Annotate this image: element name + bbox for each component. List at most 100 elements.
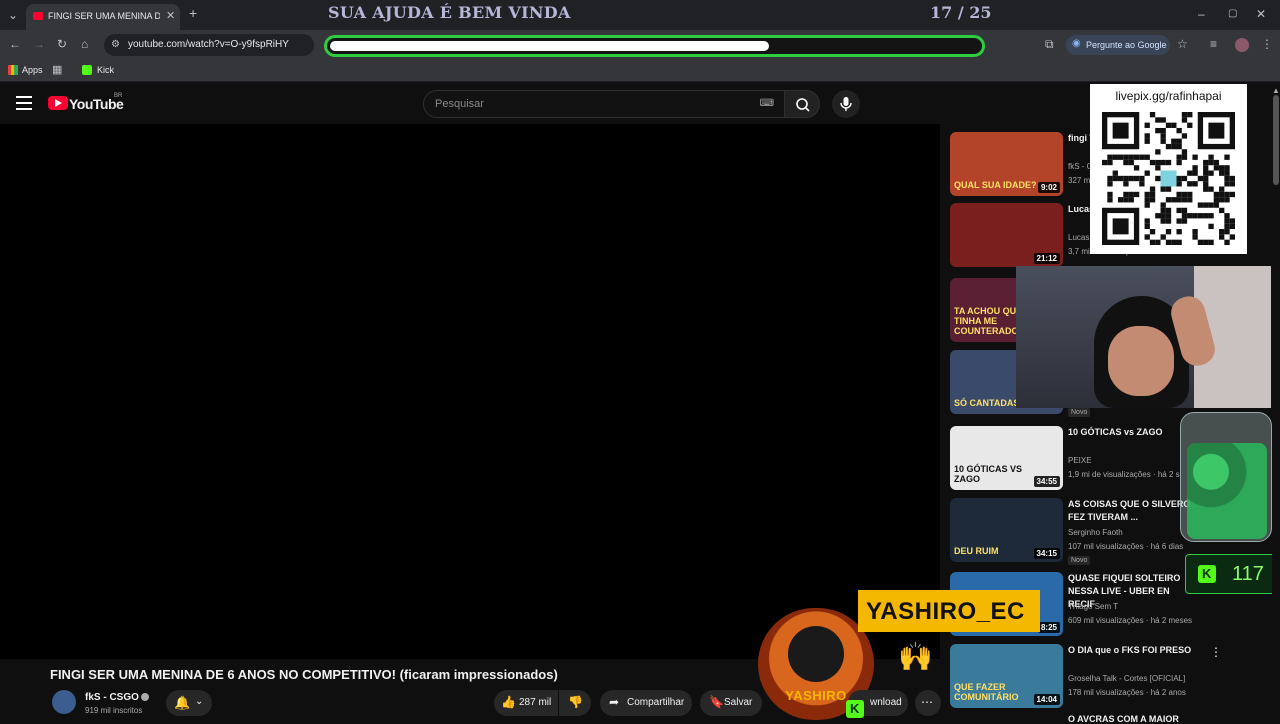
address-bar[interactable]: ⚙ youtube.com/watch?v=O-y9fspRiHY — [104, 34, 314, 56]
recommendation-title[interactable]: O DIA que o FKS FOI PRESO — [1068, 644, 1193, 657]
bookmarks-bar: Apps ▦ Kick — [0, 60, 1280, 82]
recommendation-thumbnail[interactable]: 21:12 — [950, 203, 1063, 267]
donation-goal-bar — [324, 35, 985, 57]
share-label: Compartilhar — [627, 697, 685, 708]
new-tab-icon[interactable]: + — [189, 6, 197, 20]
more-actions-button[interactable]: ⋯ — [915, 690, 941, 716]
tab-title: FINGI SER UMA MENINA DE 6 / — [48, 11, 160, 21]
scroll-up-icon[interactable]: ▲ — [1272, 86, 1280, 95]
video-title: FINGI SER UMA MENINA DE 6 ANOS NO COMPET… — [50, 667, 558, 682]
keyboard-icon[interactable]: ⌨ — [760, 98, 774, 109]
recommendation-thumbnail[interactable]: QUE FAZER COMUNITÁRIO 14:04 — [950, 644, 1063, 708]
microphone-icon — [840, 97, 852, 111]
home-icon[interactable]: ⌂ — [81, 37, 88, 51]
tab-search-icon[interactable]: ⌄ — [8, 8, 18, 22]
reload-icon[interactable]: ↻ — [57, 37, 67, 51]
notification-bell-button[interactable]: 🔔 ⌄ — [166, 690, 212, 716]
video-duration: 34:55 — [1033, 476, 1060, 487]
recommendation-meta: 178 mil visualizações · há 2 anos — [1068, 688, 1186, 697]
donation-goal-fill — [330, 41, 770, 51]
download-label: wnload — [870, 697, 902, 708]
recommendation-channel[interactable]: Groselha Talk - Cortes [OFICIAL] — [1068, 674, 1185, 683]
pix-qr-overlay: livepix.gg/rafinhapai — [1090, 84, 1247, 254]
kick-viewer-count: 117 — [1232, 563, 1264, 585]
tab-groups-icon[interactable]: ▦ — [52, 63, 62, 77]
ask-google-button[interactable]: ◉ Pergunte ao Google — [1066, 35, 1170, 55]
recommendation-channel[interactable]: PEIXE — [1068, 456, 1092, 465]
bell-icon: 🔔 — [174, 695, 191, 710]
voice-search-button[interactable] — [832, 90, 860, 118]
rec-menu-icon[interactable]: ⋮ — [1210, 645, 1222, 659]
new-badge: Novo — [1068, 408, 1091, 417]
like-count: 287 mil — [519, 697, 552, 708]
search-button[interactable] — [784, 90, 820, 118]
donation-goal-title: SUA AJUDA É BEM VINDA — [328, 3, 571, 22]
recommendation-meta: 107 mil visualizações · há 6 dias — [1068, 542, 1184, 551]
kick-logo-icon: K — [846, 700, 864, 718]
recommendation-channel[interactable]: Thiago Sem T — [1068, 602, 1118, 611]
bookmark-icon: 🔖 — [709, 695, 724, 709]
minimize-icon[interactable]: – — [1198, 7, 1205, 21]
donation-goal-count: 17 / 25 — [930, 3, 992, 22]
video-player[interactable] — [0, 124, 940, 659]
share-icon: ➦ — [609, 695, 620, 709]
bookmark-kick[interactable]: Kick — [97, 65, 114, 75]
thumbnail-text: QUE FAZER COMUNITÁRIO — [954, 682, 1019, 702]
video-duration: 14:04 — [1033, 694, 1060, 705]
video-duration: 9:02 — [1037, 182, 1060, 193]
channel-avatar[interactable] — [52, 690, 76, 714]
region-code: BR — [114, 93, 123, 99]
like-button[interactable]: 👍 287 mil — [494, 690, 558, 716]
subscriber-count: 919 mil inscritos — [85, 706, 143, 715]
recommendation-meta: 1,9 mi de visualizações · há 2 s — [1068, 470, 1180, 479]
thumbs-down-icon: 👎 — [568, 695, 583, 709]
verified-icon — [141, 693, 149, 701]
youtube-logo-icon[interactable] — [48, 96, 68, 110]
recommendation-channel[interactable]: Lucas — [1068, 233, 1089, 242]
recommendation-title[interactable]: AS COISAS QUE O SILVERO FEZ TIVERAM ... — [1068, 498, 1193, 524]
save-button[interactable]: 🔖 Salvar — [700, 690, 762, 716]
page-scrollbar[interactable] — [1272, 85, 1280, 720]
thumbs-up-icon: 👍 — [501, 695, 516, 709]
hamburger-menu-icon[interactable] — [16, 96, 32, 110]
recommendation-thumbnail[interactable]: QUAL SUA IDADE? 9:02 — [950, 132, 1063, 196]
browser-tab[interactable]: FINGI SER UMA MENINA DE 6 / ✕ — [26, 4, 180, 30]
recommendation-meta: 609 mil visualizações · há 2 meses — [1068, 616, 1193, 625]
recommendation-thumbnail[interactable]: DEU RUIM 34:15 — [950, 498, 1063, 562]
url-text: youtube.com/watch?v=O-y9fspRiHY — [128, 39, 289, 50]
recommendation-item[interactable]: QUE FAZER COMUNITÁRIO 14:04 O DIA que o FK… — [950, 644, 1280, 712]
dislike-button[interactable]: 👎 — [559, 690, 591, 716]
search-input[interactable]: Pesquisar ⌨ — [423, 90, 785, 118]
forward-icon[interactable]: → — [33, 37, 45, 51]
back-icon[interactable]: ← — [9, 37, 21, 51]
streamer-avatar-icon — [788, 626, 844, 682]
video-duration: 21:12 — [1033, 253, 1060, 264]
recommendation-thumbnail[interactable]: 10 GÓTICAS VS ZAGO 34:55 — [950, 426, 1063, 490]
close-tab-icon[interactable]: ✕ — [166, 9, 175, 23]
share-button[interactable]: ➦ Compartilhar — [600, 690, 692, 716]
profile-avatar[interactable] — [1235, 38, 1249, 52]
chrome-menu-icon[interactable]: ⋮ — [1261, 37, 1273, 51]
new-badge: Novo — [1068, 556, 1091, 565]
ask-google-label: Pergunte ao Google — [1086, 40, 1167, 50]
browser-tab-strip: ⌄ FINGI SER UMA MENINA DE 6 / ✕ + – ▢ ✕ — [0, 0, 1280, 30]
bookmark-star-icon[interactable]: ☆ — [1177, 37, 1188, 51]
youtube-favicon-icon — [33, 12, 43, 20]
save-label: Salvar — [724, 697, 753, 708]
maximize-icon[interactable]: ▢ — [1228, 7, 1237, 21]
bookmark-apps[interactable]: Apps — [22, 65, 43, 75]
recommendation-meta: 327 m — [1068, 176, 1091, 185]
reading-list-icon[interactable]: ≡ — [1210, 37, 1217, 51]
clapping-hands-icon: 🙌 — [898, 641, 933, 672]
video-duration: 8:25 — [1037, 622, 1060, 633]
kick-viewer-counter: K 117 — [1185, 554, 1277, 594]
channel-name[interactable]: fkS - CSGO — [85, 692, 139, 703]
next-recommendation-title[interactable]: O AVCRAS COM A MAIOR — [1068, 714, 1179, 724]
install-app-icon[interactable]: ⧉ — [1045, 37, 1054, 51]
recommendation-channel[interactable]: Serginho Faoth — [1068, 528, 1123, 537]
site-info-icon[interactable]: ⚙ — [111, 38, 120, 52]
streamer-webcam — [1016, 266, 1271, 408]
close-window-icon[interactable]: ✕ — [1256, 7, 1266, 21]
recommendation-channel[interactable]: fkS - C — [1068, 162, 1092, 171]
recommendation-title[interactable]: 10 GÓTICAS vs ZAGO — [1068, 426, 1193, 439]
